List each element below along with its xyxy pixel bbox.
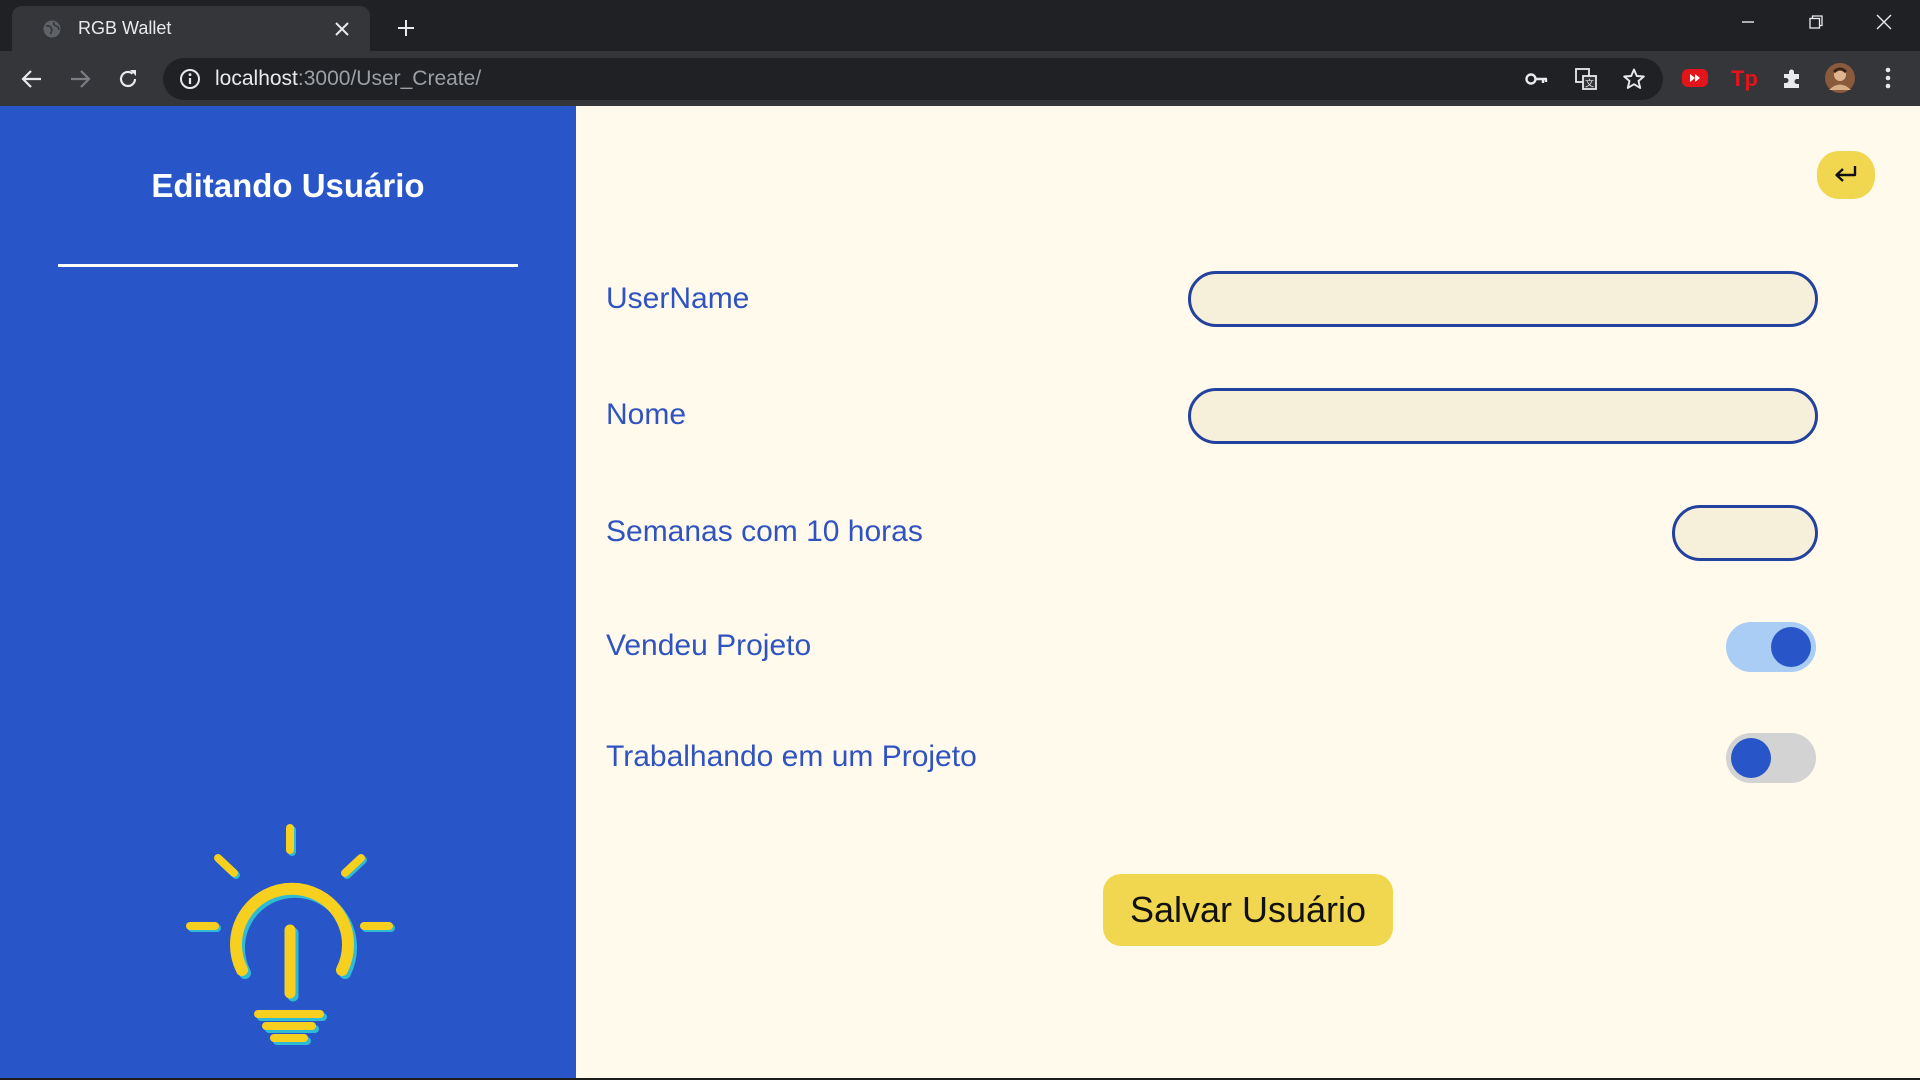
svg-text:Tp: Tp bbox=[1731, 66, 1758, 91]
reload-icon[interactable] bbox=[110, 61, 146, 97]
vendeu-projeto-toggle[interactable] bbox=[1726, 622, 1816, 672]
tab-title: RGB Wallet bbox=[78, 18, 172, 38]
username-label: UserName bbox=[606, 282, 750, 315]
url-text: localhost:3000/User_Create/ bbox=[215, 67, 481, 91]
url-path: :3000/User_Create/ bbox=[297, 67, 482, 90]
bookmark-star-icon[interactable] bbox=[1621, 66, 1647, 92]
back-arrow-icon[interactable] bbox=[14, 61, 50, 97]
back-button[interactable] bbox=[1817, 151, 1875, 199]
address-bar[interactable]: localhost:3000/User_Create/ 文 bbox=[163, 58, 1663, 100]
tab-close-icon[interactable] bbox=[326, 13, 358, 45]
trabalhando-projeto-toggle[interactable] bbox=[1726, 733, 1816, 783]
new-tab-plus-icon[interactable] bbox=[390, 12, 422, 44]
return-arrow-icon bbox=[1835, 166, 1857, 182]
nome-label: Nome bbox=[606, 398, 687, 431]
username-input[interactable] bbox=[1188, 271, 1818, 327]
main-form-area: UserName Nome Semanas com 10 horas Vende… bbox=[576, 106, 1920, 1078]
sidebar-title: Editando Usuário bbox=[151, 167, 425, 204]
browser-menu-icon[interactable] bbox=[1873, 63, 1903, 93]
semanas-label: Semanas com 10 horas bbox=[606, 515, 923, 548]
svg-text:文: 文 bbox=[1585, 78, 1594, 90]
sidebar: Editando Usuário bbox=[0, 106, 576, 1078]
nome-input[interactable] bbox=[1188, 388, 1818, 444]
minimize-icon[interactable] bbox=[1714, 0, 1782, 44]
forward-arrow-icon[interactable] bbox=[62, 61, 98, 97]
tp-extension-icon[interactable]: Tp bbox=[1729, 63, 1759, 93]
url-host: localhost bbox=[215, 67, 298, 90]
vendeu-projeto-label: Vendeu Projeto bbox=[606, 629, 812, 662]
youtube-extension-icon[interactable] bbox=[1680, 63, 1710, 93]
lightbulb-icon bbox=[186, 824, 395, 1045]
profile-avatar[interactable] bbox=[1825, 63, 1855, 93]
toggle-knob bbox=[1771, 627, 1811, 667]
browser-tab-bar: RGB Wallet bbox=[0, 0, 1920, 51]
page-content: Editando Usuário UserName Nome Semanas c… bbox=[0, 106, 1920, 1078]
toggle-knob bbox=[1731, 738, 1771, 778]
semanas-input[interactable] bbox=[1672, 505, 1818, 561]
globe-icon bbox=[43, 20, 61, 37]
save-user-button[interactable]: Salvar Usuário bbox=[1103, 874, 1393, 946]
sidebar-divider bbox=[58, 264, 518, 267]
browser-toolbar: localhost:3000/User_Create/ 文 Tp bbox=[0, 51, 1920, 106]
trabalhando-projeto-label: Trabalhando em um Projeto bbox=[606, 740, 977, 773]
restore-icon[interactable] bbox=[1782, 0, 1850, 44]
translate-icon[interactable]: 文 bbox=[1573, 66, 1599, 92]
window-close-icon[interactable] bbox=[1850, 0, 1918, 44]
site-info-icon[interactable] bbox=[179, 68, 201, 90]
browser-tab[interactable]: RGB Wallet bbox=[12, 6, 370, 51]
extensions-puzzle-icon[interactable] bbox=[1777, 63, 1807, 93]
key-icon[interactable] bbox=[1524, 66, 1550, 92]
